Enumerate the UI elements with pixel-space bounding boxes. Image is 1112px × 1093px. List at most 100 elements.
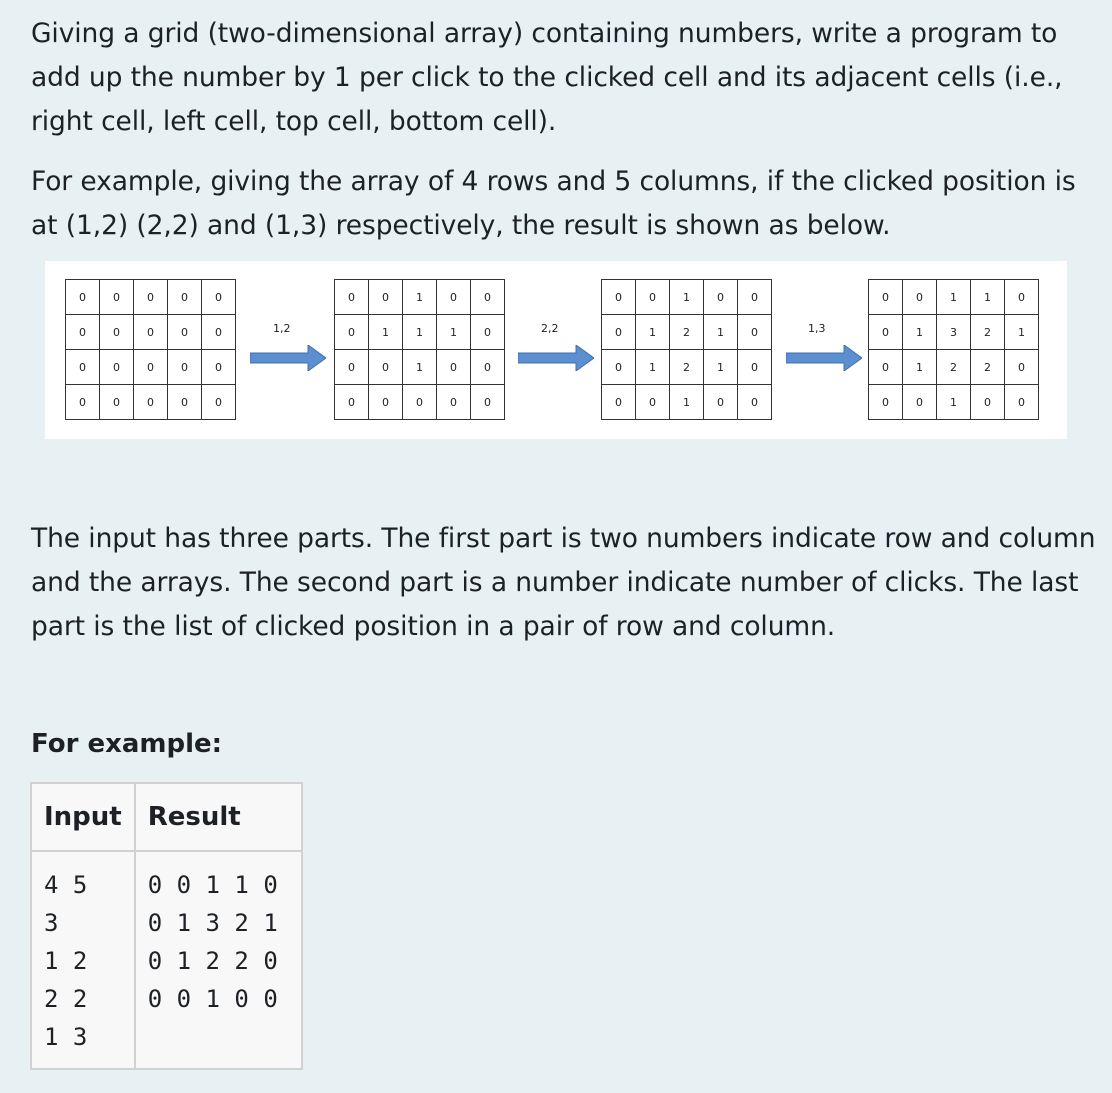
grid-cell: 0 xyxy=(65,279,100,315)
grid-cell: 1 xyxy=(1004,314,1039,350)
grid-cell: 0 xyxy=(334,384,369,420)
grid-cell: 2 xyxy=(970,349,1005,385)
grid-cell: 0 xyxy=(970,384,1005,420)
right-arrow-icon xyxy=(518,345,594,371)
grid-after-click-2: 00100012100121000100 xyxy=(601,279,772,420)
grid-cell: 0 xyxy=(65,314,100,350)
grid-cell: 1 xyxy=(936,279,971,315)
grid-cell: 0 xyxy=(201,314,236,350)
grid-cell: 0 xyxy=(99,279,134,315)
grid-cell: 0 xyxy=(201,384,236,420)
grid-row: 01210 xyxy=(601,314,772,350)
grid-cell: 0 xyxy=(167,349,202,385)
grid-cell: 0 xyxy=(65,384,100,420)
grid-cell: 0 xyxy=(601,314,636,350)
grid-row: 00000 xyxy=(65,349,236,385)
arrow-label-3: 1,3 xyxy=(808,322,826,335)
result-header: Result xyxy=(133,782,303,852)
grid-row: 01220 xyxy=(868,349,1039,385)
grid-cell: 1 xyxy=(635,314,670,350)
grid-cell: 0 xyxy=(99,384,134,420)
grid-row: 01110 xyxy=(334,314,505,350)
grid-cell: 2 xyxy=(669,314,704,350)
grid-row: 00100 xyxy=(601,384,772,420)
grid-cell: 0 xyxy=(201,349,236,385)
grid-cell: 0 xyxy=(1004,384,1039,420)
grid-cell: 1 xyxy=(970,279,1005,315)
grid-cell: 1 xyxy=(402,279,437,315)
click-example-figure: 00000000000000000000 1,2 001000111000100… xyxy=(45,261,1067,439)
grid-cell: 0 xyxy=(167,279,202,315)
grid-cell: 0 xyxy=(703,279,738,315)
grid-cell: 0 xyxy=(703,384,738,420)
problem-description: Giving a grid (two-dimensional array) co… xyxy=(31,18,1063,137)
grid-cell: 0 xyxy=(133,314,168,350)
grid-row: 00000 xyxy=(65,279,236,315)
arrow-label-1: 1,2 xyxy=(273,322,291,335)
grid-row: 00100 xyxy=(334,279,505,315)
example-table: Input Result 4 5 3 1 2 2 2 1 3 0 0 1 1 0… xyxy=(30,782,303,1070)
grid-cell: 1 xyxy=(436,314,471,350)
grid-row: 00100 xyxy=(334,349,505,385)
arrow-label-2: 2,2 xyxy=(541,322,559,335)
grid-cell: 0 xyxy=(167,314,202,350)
grid-initial: 00000000000000000000 xyxy=(65,279,236,420)
grid-cell: 0 xyxy=(402,384,437,420)
grid-cell: 0 xyxy=(868,384,903,420)
grid-cell: 0 xyxy=(737,384,772,420)
grid-row: 00100 xyxy=(601,279,772,315)
grid-cell: 0 xyxy=(334,279,369,315)
grid-cell: 0 xyxy=(334,349,369,385)
grid-cell: 2 xyxy=(970,314,1005,350)
grid-cell: 0 xyxy=(1004,349,1039,385)
grid-row: 00000 xyxy=(65,314,236,350)
grid-cell: 0 xyxy=(334,314,369,350)
right-arrow-icon xyxy=(250,345,326,371)
example-input: 4 5 3 1 2 2 2 1 3 xyxy=(30,850,136,1070)
example-result: 0 0 1 1 0 0 1 3 2 1 0 1 2 2 0 0 0 1 0 0 xyxy=(133,850,303,1070)
grid-cell: 0 xyxy=(133,279,168,315)
grid-cell: 1 xyxy=(402,349,437,385)
grid-cell: 1 xyxy=(669,384,704,420)
grid-cell: 0 xyxy=(868,279,903,315)
grid-cell: 1 xyxy=(368,314,403,350)
right-arrow-icon xyxy=(786,345,862,371)
grid-cell: 0 xyxy=(868,349,903,385)
grid-cell: 1 xyxy=(669,279,704,315)
grid-cell: 0 xyxy=(436,349,471,385)
grid-cell: 0 xyxy=(470,349,505,385)
grid-cell: 2 xyxy=(669,349,704,385)
grid-cell: 0 xyxy=(902,384,937,420)
grid-cell: 0 xyxy=(601,384,636,420)
grid-row: 01321 xyxy=(868,314,1039,350)
grid-cell: 0 xyxy=(1004,279,1039,315)
grid-cell: 0 xyxy=(368,384,403,420)
grid-cell: 1 xyxy=(703,349,738,385)
grid-cell: 0 xyxy=(868,314,903,350)
grid-cell: 1 xyxy=(703,314,738,350)
grid-cell: 0 xyxy=(201,279,236,315)
grid-cell: 0 xyxy=(99,349,134,385)
grid-row: 00000 xyxy=(334,384,505,420)
grid-cell: 0 xyxy=(470,314,505,350)
grid-row: 01210 xyxy=(601,349,772,385)
grid-cell: 1 xyxy=(635,349,670,385)
grid-cell: 0 xyxy=(99,314,134,350)
grid-cell: 0 xyxy=(167,384,202,420)
input-header: Input xyxy=(30,782,136,852)
grid-cell: 1 xyxy=(402,314,437,350)
grid-cell: 1 xyxy=(902,314,937,350)
grid-cell: 3 xyxy=(936,314,971,350)
grid-cell: 0 xyxy=(368,349,403,385)
grid-cell: 0 xyxy=(470,384,505,420)
grid-cell: 0 xyxy=(133,349,168,385)
grid-cell: 0 xyxy=(737,314,772,350)
example-heading: For example: xyxy=(31,729,223,759)
grid-after-click-3: 00110013210122000100 xyxy=(868,279,1039,420)
input-format-description: The input has three parts. The first par… xyxy=(31,523,1096,642)
grid-cell: 0 xyxy=(737,279,772,315)
grid-cell: 0 xyxy=(470,279,505,315)
grid-cell: 0 xyxy=(133,384,168,420)
grid-cell: 1 xyxy=(936,384,971,420)
grid-cell: 0 xyxy=(902,279,937,315)
